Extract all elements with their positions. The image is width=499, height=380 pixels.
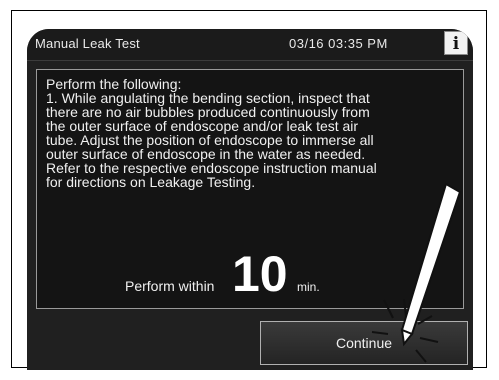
time-limit-value: 10: [232, 246, 288, 302]
date-time: 03/16 03:35 PM: [289, 36, 388, 51]
info-icon: i: [453, 34, 460, 53]
time-limit-unit: min.: [297, 280, 320, 294]
svg-text:i: i: [453, 34, 460, 53]
screen-title: Manual Leak Test: [35, 36, 140, 51]
instruction-panel: Perform the following: 1. While angulati…: [36, 69, 464, 309]
title-bar: Manual Leak Test 03/16 03:35 PM i: [27, 29, 473, 61]
time-limit: Perform within 10 min.: [37, 249, 463, 303]
instruction-text: Perform the following: 1. While angulati…: [46, 76, 377, 190]
continue-button[interactable]: Continue: [260, 321, 468, 365]
time-limit-label: Perform within: [125, 278, 215, 294]
info-button[interactable]: i: [444, 31, 468, 55]
device-screen: Manual Leak Test 03/16 03:35 PM i Perfor…: [27, 29, 473, 370]
